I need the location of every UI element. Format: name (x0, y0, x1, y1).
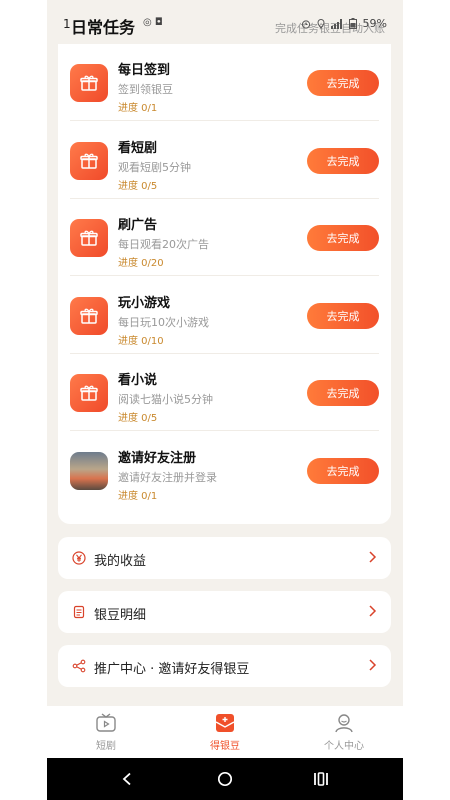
tab-label: 短剧 (96, 741, 116, 752)
gift-icon (70, 64, 108, 102)
task-progress: 进度 0/1 (118, 491, 158, 502)
go-complete-button[interactable]: 去完成 (307, 380, 379, 406)
status-time: 1 (63, 17, 71, 31)
battery-percent: 59% (362, 17, 387, 30)
task-title: 看短剧 (118, 141, 158, 156)
tab-profile[interactable]: 个人中心 (304, 712, 384, 756)
person-icon (335, 714, 353, 733)
location-icon (317, 18, 325, 29)
app-screen: 1 日常任务 ◎ ◘ 完成任务银豆自动入账 59% 每日签到 签到领银豆 进度 … (47, 0, 403, 800)
go-complete-button[interactable]: 去完成 (307, 148, 379, 174)
menu-item-my-earnings[interactable]: 我的收益 (58, 537, 391, 579)
bottom-tab-bar: 短剧 得银豆 个人中心 (47, 706, 403, 758)
task-row-mini-game: 玩小游戏 每日玩10次小游戏 进度 0/10 去完成 (70, 277, 379, 354)
envelope-icon (215, 714, 235, 732)
go-complete-button[interactable]: 去完成 (307, 303, 379, 329)
task-row-invite-friends: 邀请好友注册 邀请好友注册并登录 进度 0/1 去完成 (70, 432, 379, 509)
yen-icon (72, 551, 86, 565)
tab-short-drama[interactable]: 短剧 (66, 712, 146, 756)
gift-icon (70, 297, 108, 335)
task-description: 每日观看20次广告 (118, 238, 209, 251)
tab-label: 个人中心 (324, 741, 364, 752)
share-icon (72, 659, 86, 673)
task-description: 阅读七猫小说5分钟 (118, 393, 213, 406)
chevron-right-icon (369, 605, 377, 617)
chevron-right-icon (369, 551, 377, 563)
signal-icon (330, 18, 342, 29)
status-right-icons: 59% (301, 17, 387, 30)
task-progress: 进度 0/20 (118, 258, 164, 269)
battery-icon (348, 18, 357, 29)
tab-earn-beans[interactable]: 得银豆 (185, 712, 265, 756)
go-complete-button[interactable]: 去完成 (307, 458, 379, 484)
go-complete-button[interactable]: 去完成 (307, 225, 379, 251)
home-icon[interactable] (215, 769, 235, 789)
task-row-read-novel: 看小说 阅读七猫小说5分钟 进度 0/5 去完成 (70, 354, 379, 431)
task-title: 玩小游戏 (118, 296, 171, 311)
task-title: 刷广告 (118, 218, 158, 233)
task-list-card: 每日签到 签到领银豆 进度 0/1 去完成 看短剧 观看短剧5分钟 进度 0/5… (58, 44, 391, 524)
task-description: 签到领银豆 (118, 83, 173, 96)
status-left-icons: ◎ ◘ (143, 17, 163, 28)
task-description: 每日玩10次小游戏 (118, 316, 209, 329)
task-row-watch-ads: 刷广告 每日观看20次广告 进度 0/20 去完成 (70, 199, 379, 276)
status-bar: 1 日常任务 ◎ ◘ 完成任务银豆自动入账 59% (47, 0, 403, 46)
task-progress: 进度 0/5 (118, 413, 158, 424)
task-row-signin: 每日签到 签到领银豆 进度 0/1 去完成 (70, 44, 379, 121)
alarm-icon (301, 19, 310, 29)
gift-icon (70, 219, 108, 257)
task-description: 邀请好友注册并登录 (118, 471, 217, 484)
menu-label: 银豆明细 (94, 608, 147, 623)
menu-label: 我的收益 (94, 554, 147, 569)
go-complete-button[interactable]: 去完成 (307, 70, 379, 96)
task-title: 邀请好友注册 (118, 451, 197, 466)
gift-icon (70, 142, 108, 180)
task-title: 每日签到 (118, 63, 171, 78)
task-title: 看小说 (118, 373, 158, 388)
task-progress: 进度 0/5 (118, 181, 158, 192)
task-description: 观看短剧5分钟 (118, 161, 191, 174)
list-icon (72, 605, 86, 619)
back-icon[interactable] (117, 769, 137, 789)
menu-item-bean-details[interactable]: 银豆明细 (58, 591, 391, 633)
task-row-watch-drama: 看短剧 观看短剧5分钟 进度 0/5 去完成 (70, 122, 379, 199)
system-nav-bar (47, 758, 403, 800)
gift-icon (70, 374, 108, 412)
task-progress: 进度 0/10 (118, 336, 164, 347)
photo-thumbnail (70, 452, 108, 490)
menu-item-promotion-center[interactable]: 推广中心 · 邀请好友得银豆 (58, 645, 391, 687)
chevron-right-icon (369, 659, 377, 671)
menu-label: 推广中心 · 邀请好友得银豆 (94, 662, 250, 677)
task-progress: 进度 0/1 (118, 103, 158, 114)
page-title: 日常任务 (71, 18, 136, 37)
recents-icon[interactable] (311, 769, 331, 789)
tv-icon (96, 713, 116, 732)
tab-label: 得银豆 (210, 741, 240, 752)
